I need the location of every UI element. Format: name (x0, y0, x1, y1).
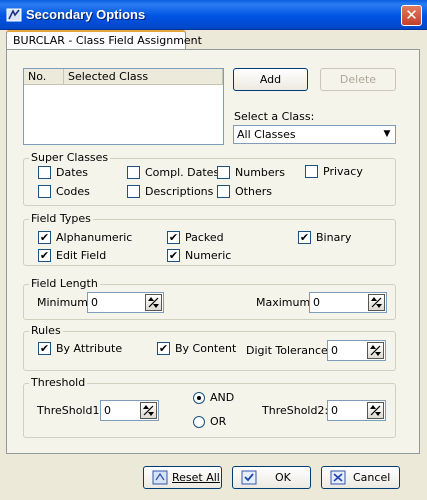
label-compl-dates: Compl. Dates (145, 166, 220, 179)
label-codes: Codes (56, 185, 90, 198)
checkbox-compl-dates[interactable] (127, 166, 140, 179)
reset-all-label: Reset All (172, 471, 220, 484)
rules-title: Rules (29, 324, 63, 337)
column-header-no[interactable]: No. (24, 69, 64, 85)
cancel-label: Cancel (353, 471, 391, 484)
checkbox-numbers[interactable] (217, 166, 230, 179)
threshold-title: Threshold (29, 376, 88, 389)
tab-class-field-assignment[interactable]: BURCLAR - Class Field Assignment (6, 30, 202, 50)
label-numbers: Numbers (235, 166, 285, 179)
class-select-value: All Classes (237, 128, 296, 141)
label-by-attribute: By Attribute (56, 342, 123, 355)
digit-tolerance-value: 0 (331, 344, 338, 357)
radio-selected-dot (197, 396, 201, 400)
spin-icon[interactable] (367, 402, 384, 419)
window-title: Secondary Options (26, 7, 146, 22)
radio-or[interactable] (193, 416, 205, 428)
label-numeric: Numeric (185, 249, 232, 262)
spin-icon[interactable] (145, 294, 162, 311)
label-dates: Dates (56, 166, 89, 179)
label-privacy: Privacy (323, 165, 363, 178)
threshold1-spin-field[interactable]: 0 (100, 400, 159, 421)
maximum-value: 0 (313, 296, 320, 309)
threshold2-spin-field[interactable]: 0 (327, 400, 386, 421)
minimum-spin-field[interactable]: 0 (87, 292, 164, 313)
checkbox-numeric[interactable]: ✔ (167, 249, 180, 262)
selected-class-list[interactable]: No. Selected Class (23, 68, 224, 145)
radio-and[interactable] (193, 392, 205, 404)
label-binary: Binary (316, 231, 352, 244)
label-others: Others (235, 185, 272, 198)
x-icon (330, 470, 346, 485)
label-and: AND (210, 391, 235, 404)
label-packed: Packed (185, 231, 224, 244)
maximum-label: Maximum: (256, 296, 314, 309)
ok-label: OK (275, 471, 291, 484)
reset-icon (152, 470, 168, 485)
threshold2-value: 0 (331, 404, 338, 417)
digit-tolerance-label: Digit Tolerance (246, 344, 328, 357)
checkbox-edit-field[interactable]: ✔ (38, 249, 51, 262)
label-alphanumeric: Alphanumeric (56, 231, 133, 244)
checkbox-binary[interactable]: ✔ (298, 231, 311, 244)
class-select[interactable]: All Classes ▼ (233, 125, 396, 144)
chevron-down-icon[interactable]: ▼ (379, 126, 395, 143)
spin-icon[interactable] (140, 402, 157, 419)
field-types-title: Field Types (29, 212, 93, 225)
add-button[interactable]: Add (233, 68, 308, 91)
checkbox-by-content[interactable]: ✔ (157, 342, 170, 355)
close-icon: ✕ (405, 6, 418, 24)
minimum-value: 0 (91, 296, 98, 309)
spin-icon[interactable] (368, 294, 385, 311)
title-bar[interactable]: Secondary Options ✕ (0, 0, 427, 30)
checkbox-by-attribute[interactable]: ✔ (38, 342, 51, 355)
super-classes-title: Super Classes (29, 151, 111, 164)
checkbox-descriptions[interactable] (127, 185, 140, 198)
maximum-spin-field[interactable]: 0 (309, 292, 387, 313)
ok-button[interactable]: OK (232, 466, 311, 489)
checkbox-packed[interactable]: ✔ (167, 231, 180, 244)
digit-tolerance-spin-field[interactable]: 0 (327, 340, 386, 361)
label-by-content: By Content (175, 342, 237, 355)
checkbox-codes[interactable] (38, 185, 51, 198)
reset-all-button[interactable]: Reset All (143, 466, 222, 489)
minimum-label: Minimum: (37, 296, 92, 309)
delete-button[interactable]: Delete (320, 68, 396, 91)
label-edit-field: Edit Field (56, 249, 107, 262)
app-icon (6, 8, 22, 22)
field-length-title: Field Length (29, 277, 100, 290)
label-descriptions: Descriptions (145, 185, 214, 198)
checkbox-dates[interactable] (38, 166, 51, 179)
cancel-button[interactable]: Cancel (321, 466, 400, 489)
spin-icon[interactable] (367, 342, 384, 359)
threshold1-label: ThreShold1: (37, 404, 104, 417)
checkbox-others[interactable] (217, 185, 230, 198)
check-icon (241, 470, 257, 485)
label-or: OR (210, 415, 227, 428)
threshold2-label: ThreShold2: (262, 404, 329, 417)
column-header-selected-class[interactable]: Selected Class (64, 69, 223, 85)
select-class-label: Select a Class: (234, 110, 315, 123)
threshold1-value: 0 (104, 404, 111, 417)
checkbox-privacy[interactable] (305, 165, 318, 178)
checkbox-alphanumeric[interactable]: ✔ (38, 231, 51, 244)
close-button[interactable]: ✕ (401, 5, 422, 26)
